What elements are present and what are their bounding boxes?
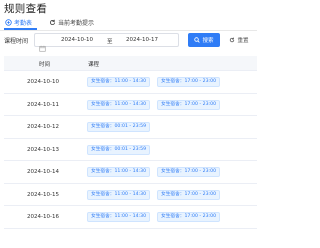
schedule-tag: 女生宿舍：00:01 - 23:59 [87, 122, 151, 132]
attendance-table: 时间 课程 2024-10-10 女生宿舍：11:00 - 14:30 女生宿舍：1… [4, 56, 257, 248]
table-row: 2024-10-10 女生宿舍：11:00 - 14:30 女生宿舍：17:00 -… [4, 71, 257, 94]
table-row: 2024-10-13 女生宿舍：00:01 - 23:59 [4, 139, 257, 161]
schedule-tag: 女生宿舍：17:00 - 23:00 [157, 212, 221, 222]
column-header-course: 课程 [88, 62, 100, 68]
table-row: 2024-10-11 女生宿舍：11:00 - 14:30 女生宿舍：17:00 -… [4, 94, 257, 116]
schedule-tag: 女生宿舍：11:00 - 14:30 [87, 167, 151, 177]
column-header-time: 时间 [39, 62, 51, 68]
tab-current-attendance-tips-label: 当前考勤提示 [58, 20, 95, 27]
schedule-tag: 女生宿舍：00:01 - 23:59 [87, 144, 151, 155]
row-date: 2024-10-14 [27, 169, 59, 175]
date-range-picker[interactable]: 2024-10-10 至 2024-10-17 [34, 33, 179, 52]
schedule-tag: 女生宿舍：17:00 - 23:00 [157, 77, 221, 87]
filter-label: 课程时间 [4, 38, 29, 45]
filter-bar: 课程时间 2024-10-10 至 2024-10-17 搜索 重置 [0, 33, 257, 52]
schedule-tag: 女生宿舍：17:00 - 23:00 [157, 189, 221, 200]
schedule-tag: 女生宿舍：11:00 - 14:30 [87, 212, 151, 222]
end-date-input[interactable]: 2024-10-17 [126, 37, 158, 43]
table-header: 时间 课程 [4, 56, 257, 71]
list-icon [5, 19, 12, 26]
schedule-tag: 女生宿舍：11:00 - 14:30 [87, 77, 151, 87]
schedule-tag: 女生宿舍：17:00 - 23:00 [157, 99, 221, 110]
tab-bar: 考勤表 当前考勤提示 [0, 16, 257, 31]
table-body: 2024-10-10 女生宿舍：11:00 - 14:30 女生宿舍：17:00 -… [4, 71, 257, 229]
tab-divider [0, 29, 257, 31]
refresh-icon [49, 19, 56, 26]
page-title: 规则查看 [4, 3, 48, 15]
start-date-input[interactable]: 2024-10-10 [61, 37, 93, 43]
row-date: 2024-10-11 [27, 101, 59, 108]
schedule-tag: 女生宿舍：11:00 - 14:30 [87, 189, 151, 200]
date-separator: 至 [107, 39, 113, 45]
row-date: 2024-10-13 [27, 146, 59, 153]
calendar-icon [39, 37, 46, 52]
table-row: 2024-10-15 女生宿舍：11:00 - 14:30 女生宿舍：17:00 -… [4, 184, 257, 206]
schedule-tag: 女生宿舍：11:00 - 14:30 [87, 99, 151, 110]
table-row: 2024-10-16 女生宿舍：11:00 - 14:30 女生宿舍：17:00 -… [4, 206, 257, 229]
table-row: 2024-10-12 女生宿舍：00:01 - 23:59 [4, 116, 257, 139]
search-button-label: 搜索 [202, 38, 214, 44]
row-date: 2024-10-10 [27, 79, 59, 85]
search-icon [194, 37, 201, 43]
tab-current-attendance-tips[interactable]: 当前考勤提示 [49, 16, 94, 29]
row-date: 2024-10-12 [27, 124, 59, 130]
table-row: 2024-10-14 女生宿舍：11:00 - 14:30 女生宿舍：17:00 -… [4, 161, 257, 184]
row-date: 2024-10-15 [27, 191, 59, 198]
reset-button-label: 重置 [237, 38, 249, 44]
schedule-tag: 女生宿舍：17:00 - 23:00 [157, 167, 221, 177]
reset-button[interactable]: 重置 [224, 33, 254, 47]
reset-icon [229, 37, 235, 43]
row-date: 2024-10-16 [27, 214, 59, 220]
search-button[interactable]: 搜索 [188, 33, 220, 47]
tab-attendance-table-label: 考勤表 [14, 20, 33, 27]
